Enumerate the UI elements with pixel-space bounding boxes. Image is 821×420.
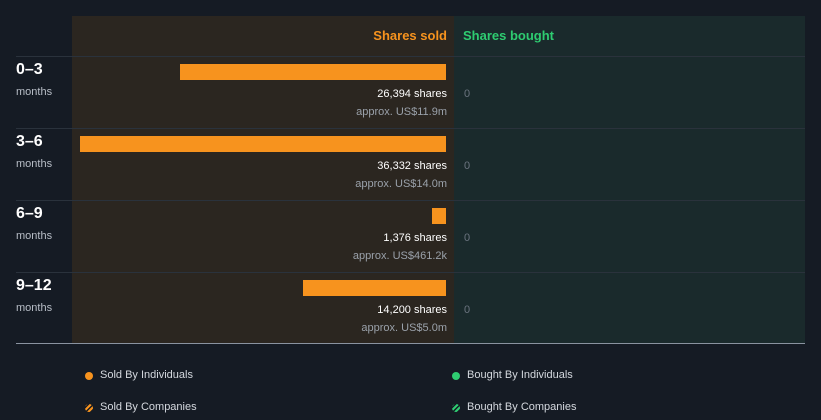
period-label: 3–6 xyxy=(16,133,43,150)
green-dot-icon xyxy=(452,372,460,380)
sold-bar-0-3 xyxy=(180,64,446,80)
shares-bought-value: 0 xyxy=(464,88,471,100)
period-label: 6–9 xyxy=(16,205,43,222)
period-row-3-6: 3–6 months 36,332 shares approx. US$14.0… xyxy=(0,129,821,201)
shares-bought-header: Shares bought xyxy=(463,28,555,43)
orange-striped-dot-icon xyxy=(85,404,93,412)
period-unit: months xyxy=(16,158,53,170)
shares-bought-value: 0 xyxy=(464,160,471,172)
legend-label: Sold By Companies xyxy=(100,401,197,413)
sold-bar-3-6 xyxy=(80,136,446,152)
approx-value: approx. US$5.0m xyxy=(361,322,447,334)
shares-sold-header: Shares sold xyxy=(373,28,447,43)
approx-value: approx. US$11.9m xyxy=(356,106,447,118)
shares-sold-value: 1,376 shares xyxy=(383,232,447,244)
period-row-9-12: 9–12 months 14,200 shares approx. US$5.0… xyxy=(0,273,821,345)
legend-label: Bought By Companies xyxy=(467,401,577,413)
approx-value: approx. US$14.0m xyxy=(355,178,447,190)
orange-dot-icon xyxy=(85,372,93,380)
shares-sold-value: 14,200 shares xyxy=(377,304,447,316)
shares-sold-value: 36,332 shares xyxy=(377,160,447,172)
legend-label: Sold By Individuals xyxy=(100,369,193,381)
period-unit: months xyxy=(16,86,53,98)
period-unit: months xyxy=(16,230,53,242)
sold-bar-6-9 xyxy=(432,208,446,224)
period-row-0-3: 0–3 months 26,394 shares approx. US$11.9… xyxy=(0,57,821,129)
shares-bought-value: 0 xyxy=(464,232,471,244)
shares-sold-value: 26,394 shares xyxy=(377,88,447,100)
legend-label: Bought By Individuals xyxy=(467,369,573,381)
period-label: 9–12 xyxy=(16,277,52,294)
green-striped-dot-icon xyxy=(452,404,460,412)
period-row-6-9: 6–9 months 1,376 shares approx. US$461.2… xyxy=(0,201,821,273)
period-unit: months xyxy=(16,302,53,314)
period-label: 0–3 xyxy=(16,61,43,78)
sold-bar-9-12 xyxy=(302,280,446,296)
shares-bought-value: 0 xyxy=(464,304,471,316)
approx-value: approx. US$461.2k xyxy=(352,250,447,262)
